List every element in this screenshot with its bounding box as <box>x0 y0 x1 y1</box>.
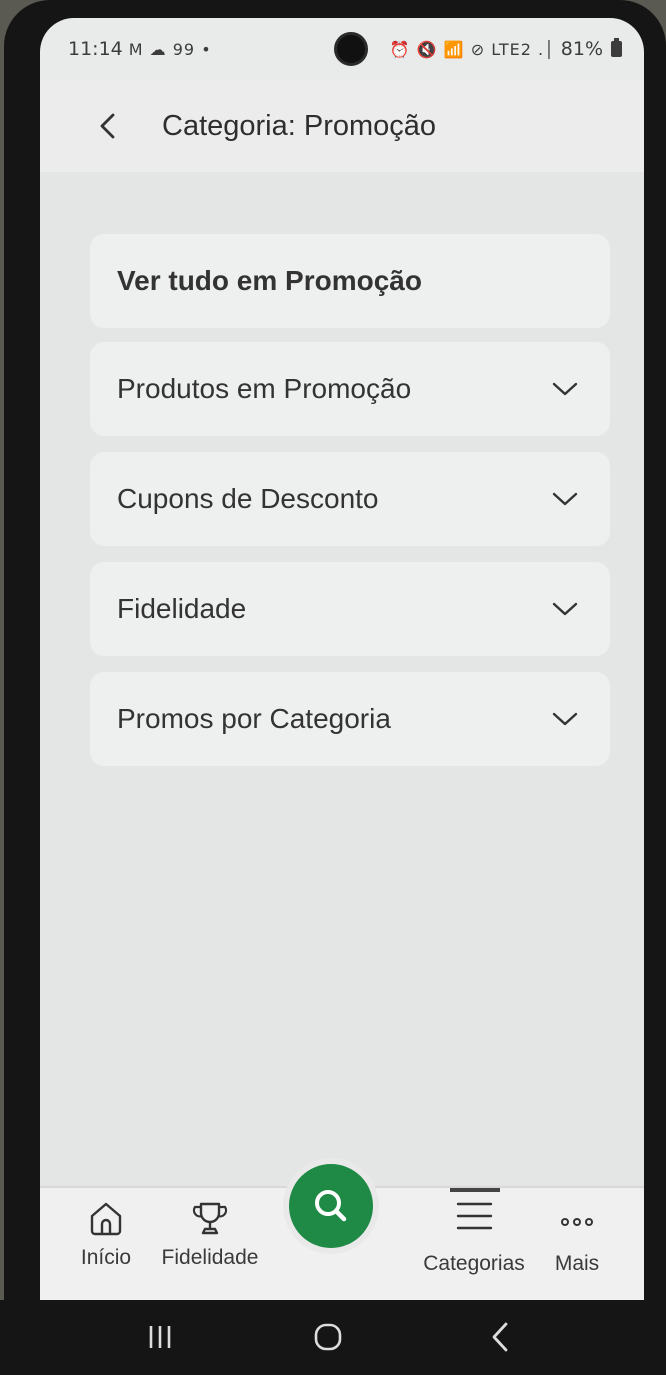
status-time: 11:14 <box>68 38 123 60</box>
notification-icons: M ☁ 99 • <box>128 39 212 59</box>
status-left: 11:14 M ☁ 99 • <box>68 38 212 60</box>
recent-apps-button[interactable] <box>140 1320 180 1354</box>
menu-item-label: Fidelidade <box>117 593 247 624</box>
app-header: Categoria: Promoção <box>40 80 644 172</box>
search-button[interactable] <box>283 1158 379 1254</box>
menu-item-label: Promos por Categoria <box>117 703 391 734</box>
menu-item-ver-tudo[interactable]: Ver tudo em Promoção <box>90 234 610 328</box>
battery-icon <box>611 38 622 57</box>
nav-item-categorias[interactable]: Categorias <box>412 1188 536 1300</box>
front-camera <box>334 32 368 66</box>
chevron-down-icon <box>552 381 578 397</box>
home-icon <box>86 1188 126 1238</box>
chevron-down-icon <box>552 711 578 727</box>
status-right: ⏰ 🔇 📶 ⊘ LTE2 .│ 81% <box>390 38 622 60</box>
list-icon <box>454 1188 494 1238</box>
nav-label: Categorias <box>423 1252 525 1275</box>
menu-item-fidelidade[interactable]: Fidelidade <box>90 562 610 656</box>
menu-item-label: Cupons de Desconto <box>117 483 379 514</box>
menu-item-cupons-desconto[interactable]: Cupons de Desconto <box>90 452 610 546</box>
nav-label: Início <box>80 1246 132 1269</box>
back-arrow-icon <box>492 1322 508 1352</box>
menu-item-label: Produtos em Promoção <box>117 373 412 404</box>
trophy-icon <box>190 1188 230 1238</box>
system-navigation-bar <box>0 1300 666 1375</box>
chevron-down-icon <box>552 601 578 617</box>
menu-item-label: Ver tudo em Promoção <box>117 265 422 296</box>
bottom-navigation: Início Fidelidade Categorias Mais <box>40 1158 644 1300</box>
menu-item-promos-categoria[interactable]: Promos por Categoria <box>90 672 610 766</box>
search-icon <box>315 1190 347 1222</box>
nav-label: Fidelidade <box>161 1246 259 1269</box>
nav-label: Mais <box>554 1252 600 1275</box>
screen: 11:14 M ☁ 99 • ⏰ 🔇 📶 ⊘ LTE2 .│ 81% Categ… <box>40 18 644 1300</box>
battery-percentage: 81% <box>560 38 603 60</box>
nav-item-fidelidade[interactable]: Fidelidade <box>150 1188 270 1300</box>
back-system-button[interactable] <box>480 1320 520 1354</box>
nav-item-mais[interactable]: Mais <box>544 1188 610 1300</box>
page-title: Categoria: Promoção <box>162 109 437 142</box>
category-menu: Ver tudo em Promoção Produtos em Promoçã… <box>40 172 644 1192</box>
home-button[interactable] <box>308 1320 348 1354</box>
menu-item-produtos-promocao[interactable]: Produtos em Promoção <box>90 342 610 436</box>
chevron-left-icon <box>100 113 115 139</box>
back-button[interactable] <box>98 111 128 141</box>
chevron-down-icon <box>552 491 578 507</box>
recent-apps-icon <box>149 1326 171 1348</box>
more-dots-icon <box>557 1188 597 1238</box>
home-circle-icon <box>314 1323 342 1351</box>
phone-frame: 11:14 M ☁ 99 • ⏰ 🔇 📶 ⊘ LTE2 .│ 81% Categ… <box>4 0 666 1375</box>
system-icons: ⏰ 🔇 📶 ⊘ LTE2 .│ <box>389 39 555 59</box>
nav-item-inicio[interactable]: Início <box>70 1188 142 1300</box>
